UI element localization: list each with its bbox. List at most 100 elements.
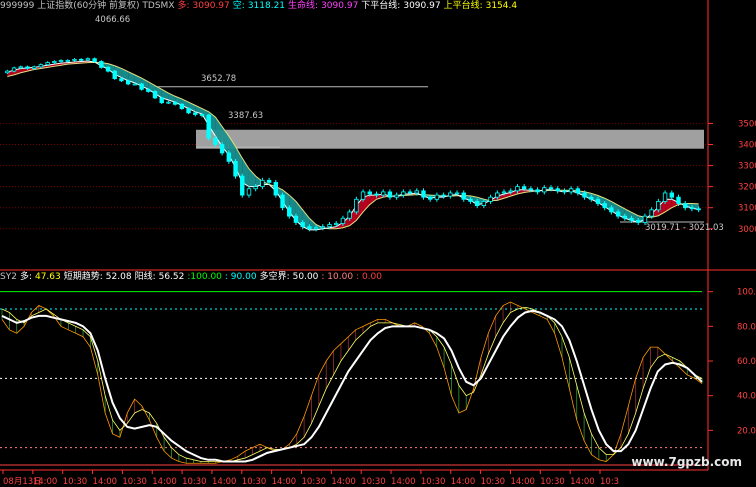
candle-down-body — [186, 108, 191, 114]
candle-down-body — [441, 194, 446, 197]
duo-value: 3090.97 — [192, 1, 230, 11]
candle — [246, 186, 252, 198]
candle-up-body — [448, 192, 453, 197]
candle-down-body — [25, 66, 30, 69]
sub-ytick-label: 80.00 — [737, 322, 756, 332]
candle-up-body — [394, 194, 399, 198]
candle-up-body — [501, 191, 507, 194]
xtick-label: 10:30 — [122, 477, 146, 487]
annotation-ann_mid1: 3652.78 — [201, 74, 236, 84]
candle-down-body — [602, 203, 607, 209]
candle — [260, 177, 265, 190]
candle-down-body — [595, 198, 601, 204]
xtick-label: 14:00 — [33, 477, 58, 487]
candle-down-body — [199, 114, 205, 116]
candle — [78, 58, 84, 62]
candle-down-body — [609, 207, 614, 213]
candle-up-body — [662, 192, 668, 202]
main-ytick-label: 3000 — [738, 225, 756, 235]
fuzhu-value: 56.52 — [158, 272, 185, 282]
candle-up-body — [11, 67, 17, 72]
candle-down-body — [636, 219, 641, 223]
candle-down-body — [427, 196, 433, 200]
sub-ytick-label: 20.00 — [737, 426, 756, 436]
candle-up-body — [18, 66, 23, 69]
xtick-label: 10:30 — [242, 477, 266, 487]
sub-duo-value: 47.63 — [34, 272, 61, 282]
candle-up-body — [45, 62, 50, 66]
candle-down-body — [226, 152, 232, 162]
candle — [434, 192, 440, 202]
candle-up-body — [495, 192, 500, 198]
candle-up-body — [360, 191, 366, 200]
xtick-label: 10:3 — [600, 477, 619, 487]
candle-down-body — [159, 97, 164, 104]
candle — [112, 69, 117, 80]
candle-up-body — [334, 223, 339, 225]
candle-down-body — [387, 191, 393, 198]
candle-up-body — [401, 191, 406, 196]
candle-up-body — [253, 186, 258, 190]
candle — [65, 59, 70, 62]
candle-up-body — [132, 83, 138, 86]
candle-down-body — [374, 193, 379, 196]
candle-up-body — [649, 209, 654, 217]
candle-down-body — [683, 203, 688, 209]
candle-up-body — [32, 66, 37, 69]
watermark: www.7gpzb.com — [631, 455, 742, 469]
candle-down-body — [92, 58, 97, 62]
candle-down-body — [213, 137, 218, 145]
xtick-label: 14:00 — [272, 477, 297, 487]
candle — [233, 158, 238, 179]
candle — [555, 186, 560, 194]
candle-up-body — [488, 196, 493, 202]
annotation-ann_mid2: 3387.63 — [228, 111, 263, 121]
candle — [421, 188, 426, 200]
candle-up-body — [320, 226, 325, 229]
candle — [535, 187, 540, 195]
fuzhu-label: 阳线: — [134, 272, 156, 282]
candle-up-body — [52, 61, 57, 63]
gray-resistance-zone — [196, 129, 704, 149]
candle-down-body — [622, 215, 628, 219]
candle-up-body — [656, 200, 661, 211]
candle — [273, 179, 279, 198]
candle-down-body — [528, 188, 534, 191]
candle-down-body — [146, 88, 151, 92]
candle-down-body — [179, 103, 185, 109]
candle-down-body — [119, 78, 124, 82]
candle-down-body — [696, 208, 701, 211]
candle-down-body — [474, 200, 480, 207]
candle-down-body — [219, 144, 225, 154]
candle-up-body — [347, 211, 352, 219]
candle-down-body — [307, 226, 312, 230]
xtick-label: 10:30 — [302, 477, 327, 487]
candle-down-body — [78, 58, 84, 61]
candle — [240, 173, 245, 198]
candle-down-body — [280, 194, 285, 209]
candle-up-body — [65, 60, 70, 62]
xiaping-label: 下平台线: — [361, 1, 401, 11]
candle-down-body — [273, 182, 279, 196]
xtick-label: 14:00 — [152, 477, 177, 487]
candle-down-body — [193, 112, 198, 115]
shangping-value: 3154.4 — [485, 1, 518, 11]
xtick-label: 14:00 — [212, 477, 237, 487]
candle-down-body — [582, 192, 587, 198]
sub-duo-label: 多: — [19, 272, 32, 282]
l90-value: : 90.00 — [224, 272, 257, 282]
duo-label: 多: — [177, 1, 190, 11]
candle-up-body — [434, 194, 440, 200]
main-title: 999999 上证指数(60分钟 前复权) TDSMX — [0, 1, 175, 11]
xtick-label: 10:30 — [540, 477, 565, 487]
l10-value: : 10.00 — [321, 272, 354, 282]
l100-value: :100.00 — [187, 272, 222, 282]
candle — [669, 190, 674, 200]
shangping-label: 上平台线: — [443, 1, 483, 11]
candle-up-body — [340, 217, 346, 224]
l0-value: : 0.00 — [356, 272, 382, 282]
candle-down-body — [575, 188, 581, 194]
candle-down-body — [629, 217, 634, 221]
candle — [488, 194, 493, 204]
candle — [99, 60, 104, 69]
